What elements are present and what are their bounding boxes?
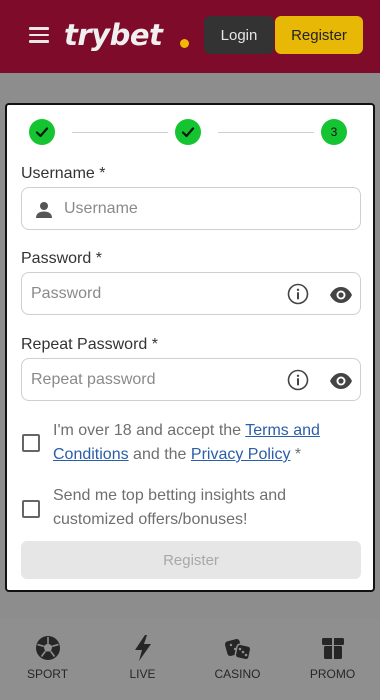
step-progress: 3	[29, 119, 349, 149]
repeat-password-label: Repeat Password *	[21, 336, 158, 353]
step-2-done	[175, 119, 201, 145]
terms-prefix: I'm over 18 and accept the	[53, 422, 246, 439]
lightning-icon	[134, 635, 151, 661]
soccer-ball-icon	[35, 636, 60, 660]
nav-label: SPORT	[26, 667, 69, 681]
gift-icon	[321, 638, 344, 659]
checkmark-icon	[181, 127, 195, 138]
top-header: trybet Login Register	[0, 0, 380, 73]
nav-item-promo[interactable]: PROMO	[285, 618, 380, 700]
logo-dot	[180, 39, 189, 48]
privacy-policy-link[interactable]: Privacy Policy	[191, 446, 291, 463]
info-icon[interactable]	[287, 283, 309, 305]
step-1-done	[29, 119, 55, 145]
bottom-nav: SPORT LIVE CASINO PROMO	[0, 618, 380, 700]
nav-label: CASINO	[214, 667, 261, 681]
username-input[interactable]: Username	[21, 187, 361, 230]
terms-checkbox[interactable]	[22, 434, 40, 452]
login-button[interactable]: Login	[204, 16, 274, 54]
step-number: 3	[330, 125, 338, 139]
password-label: Password *	[21, 250, 102, 267]
header-register-button[interactable]: Register	[275, 16, 363, 54]
username-label: Username *	[21, 165, 106, 182]
password-input[interactable]: Password	[21, 272, 361, 315]
registration-modal: 3 Username * Username Password * Passwor…	[5, 103, 375, 592]
username-placeholder: Username	[64, 200, 138, 217]
hamburger-icon	[29, 27, 49, 43]
eye-icon[interactable]	[329, 284, 353, 306]
brand-logo[interactable]: trybet	[64, 18, 163, 52]
eye-icon[interactable]	[329, 370, 353, 392]
terms-middle: and the	[128, 446, 191, 463]
repeat-password-placeholder: Repeat password	[31, 371, 156, 388]
user-icon	[36, 202, 52, 218]
nav-label: PROMO	[309, 667, 356, 681]
repeat-password-input[interactable]: Repeat password	[21, 358, 361, 401]
nav-item-live[interactable]: LIVE	[95, 618, 190, 700]
nav-label: LIVE	[129, 667, 156, 681]
nav-item-casino[interactable]: CASINO	[190, 618, 285, 700]
step-3-current: 3	[321, 119, 347, 145]
dice-icon	[224, 638, 251, 661]
marketing-text: Send me top betting insights and customi…	[53, 487, 287, 528]
terms-text: I'm over 18 and accept the Terms and Con…	[53, 419, 353, 467]
menu-button[interactable]	[20, 16, 58, 54]
info-icon[interactable]	[287, 369, 309, 391]
step-connector	[72, 132, 168, 133]
required-marker: *	[290, 446, 302, 463]
step-connector	[218, 132, 314, 133]
register-button[interactable]: Register	[21, 541, 361, 579]
checkmark-icon	[35, 127, 49, 138]
password-placeholder: Password	[31, 285, 102, 302]
nav-item-sport[interactable]: SPORT	[0, 618, 95, 700]
marketing-checkbox[interactable]	[22, 500, 40, 518]
